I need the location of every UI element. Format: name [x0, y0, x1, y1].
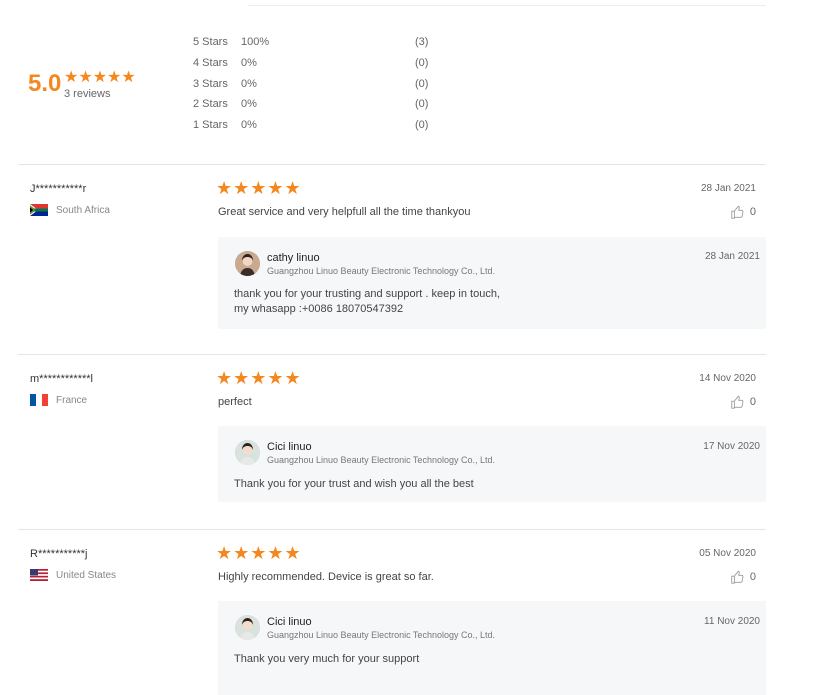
thumbs-up-icon: [731, 395, 744, 409]
distribution-percent: 0%: [241, 119, 257, 131]
distribution-label: 4 Stars: [193, 57, 228, 69]
like-button[interactable]: 0: [730, 570, 756, 584]
country-name: South Africa: [56, 204, 110, 216]
review-stars: ★★★★★: [216, 543, 302, 563]
distribution-count: (0): [415, 119, 429, 131]
reviewer-country: France: [30, 394, 87, 406]
country-name: United States: [56, 569, 117, 581]
like-count: 0: [749, 571, 756, 583]
average-rating: 5.0: [28, 70, 62, 97]
reply-text: Thank you for your trust and wish you al…: [234, 478, 474, 490]
distribution-percent: 0%: [241, 98, 257, 110]
seller-reply: Cici linuo Guangzhou Linuo Beauty Electr…: [218, 601, 766, 695]
rating-summary: 5.0 ★★★★★ 3 reviews 5 Stars 100% (3) 4 S…: [0, 0, 813, 164]
thumbs-up-icon: [731, 570, 744, 584]
reviewer-country: South Africa: [30, 204, 110, 216]
like-count: 0: [749, 396, 756, 408]
thumbs-up-icon: [731, 205, 744, 219]
review-stars: ★★★★★: [216, 368, 302, 388]
like-count: 0: [749, 206, 756, 218]
review-date: 14 Nov 2020: [699, 373, 756, 384]
review-divider: [18, 164, 766, 165]
distribution-label: 3 Stars: [193, 78, 228, 90]
reviewer-name: m************l: [30, 373, 93, 385]
country-name: France: [56, 394, 88, 406]
reply-author: Cici linuo: [267, 616, 312, 628]
reviewer-name: R***********j: [30, 548, 88, 560]
avatar: [235, 440, 260, 465]
review-stars: ★★★★★: [216, 178, 302, 198]
distribution-count: (3): [415, 36, 429, 48]
review-date: 28 Jan 2021: [700, 183, 756, 194]
review-count: 3 reviews: [64, 88, 111, 100]
distribution-percent: 0%: [241, 57, 257, 69]
distribution-percent: 100%: [241, 36, 270, 48]
reply-date: 28 Jan 2021: [704, 251, 760, 262]
review-divider: [18, 354, 766, 355]
reply-author: cathy linuo: [267, 252, 320, 264]
reviewer-name: J***********r: [30, 183, 87, 195]
distribution-label: 1 Stars: [193, 119, 228, 131]
review-text: perfect: [218, 396, 252, 408]
reply-date: 17 Nov 2020: [703, 441, 760, 452]
united-states-flag-icon: [30, 569, 48, 581]
avatar: [235, 251, 260, 276]
review-text: Highly recommended. Device is great so f…: [218, 571, 434, 583]
distribution-label: 5 Stars: [193, 36, 228, 48]
seller-reply: cathy linuo Guangzhou Linuo Beauty Elect…: [218, 237, 766, 329]
seller-reply: Cici linuo Guangzhou Linuo Beauty Electr…: [218, 426, 766, 502]
reply-text: thank you for your trusting and support …: [234, 288, 500, 315]
reply-company: Guangzhou Linuo Beauty Electronic Techno…: [267, 266, 495, 276]
review-text: Great service and very helpfull all the …: [218, 206, 471, 218]
reply-date: 11 Nov 2020: [704, 616, 760, 627]
average-stars: ★★★★★: [64, 69, 136, 86]
reply-company: Guangzhou Linuo Beauty Electronic Techno…: [267, 455, 495, 465]
distribution-count: (0): [415, 78, 429, 90]
review-date: 05 Nov 2020: [699, 548, 756, 559]
distribution-label: 2 Stars: [193, 98, 228, 110]
review-divider: [18, 529, 766, 530]
france-flag-icon: [30, 394, 48, 406]
reply-author: Cici linuo: [267, 441, 312, 453]
south-africa-flag-icon: [30, 204, 48, 216]
distribution-count: (0): [415, 57, 429, 69]
like-button[interactable]: 0: [730, 205, 756, 219]
reply-text: Thank you very much for your support: [234, 653, 420, 665]
distribution-count: (0): [415, 98, 429, 110]
like-button[interactable]: 0: [730, 395, 756, 409]
distribution-percent: 0%: [241, 78, 257, 90]
reviewer-country: United States: [30, 569, 116, 581]
avatar: [235, 615, 260, 640]
reply-company: Guangzhou Linuo Beauty Electronic Techno…: [267, 630, 495, 640]
